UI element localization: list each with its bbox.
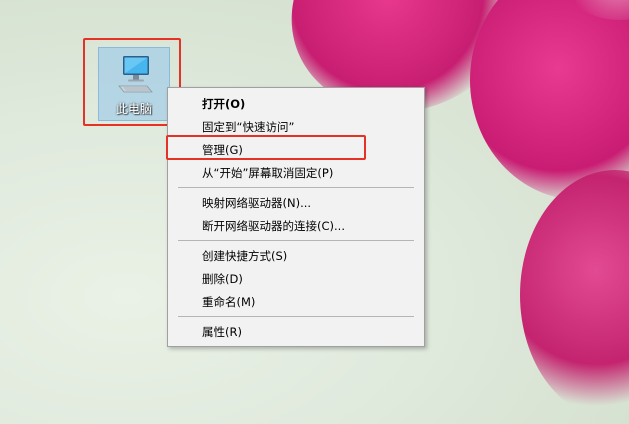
menu-separator: [178, 240, 414, 241]
menu-item-manage[interactable]: 管理(G): [202, 143, 243, 157]
menu-item-open[interactable]: 打开(O): [202, 97, 245, 111]
menu-item-properties[interactable]: 属性(R): [202, 325, 242, 339]
context-menu: 打开(O) 固定到“快速访问” 管理(G) 从“开始”屏幕取消固定(P) 映射网…: [167, 87, 425, 347]
desktop: 此电脑 打开(O) 固定到“快速访问” 管理(G) 从“开始”屏幕取消固定(P)…: [0, 0, 629, 424]
menu-item-rename[interactable]: 重命名(M): [202, 295, 255, 309]
menu-item-disconnect-network-drive[interactable]: 断开网络驱动器的连接(C)...: [202, 219, 345, 233]
wallpaper-petal: [520, 170, 629, 420]
menu-item-unpin-start[interactable]: 从“开始”屏幕取消固定(P): [202, 166, 333, 180]
menu-item-delete[interactable]: 删除(D): [202, 272, 243, 286]
menu-item-pin-quick-access[interactable]: 固定到“快速访问”: [202, 120, 294, 134]
menu-separator: [178, 316, 414, 317]
menu-item-map-network-drive[interactable]: 映射网络驱动器(N)...: [202, 196, 311, 210]
this-pc-desktop-icon[interactable]: 此电脑: [98, 47, 170, 121]
computer-monitor-icon: [118, 56, 153, 93]
desktop-icon-label: 此电脑: [115, 102, 152, 116]
menu-separator: [178, 187, 414, 188]
menu-item-create-shortcut[interactable]: 创建快捷方式(S): [202, 249, 287, 263]
